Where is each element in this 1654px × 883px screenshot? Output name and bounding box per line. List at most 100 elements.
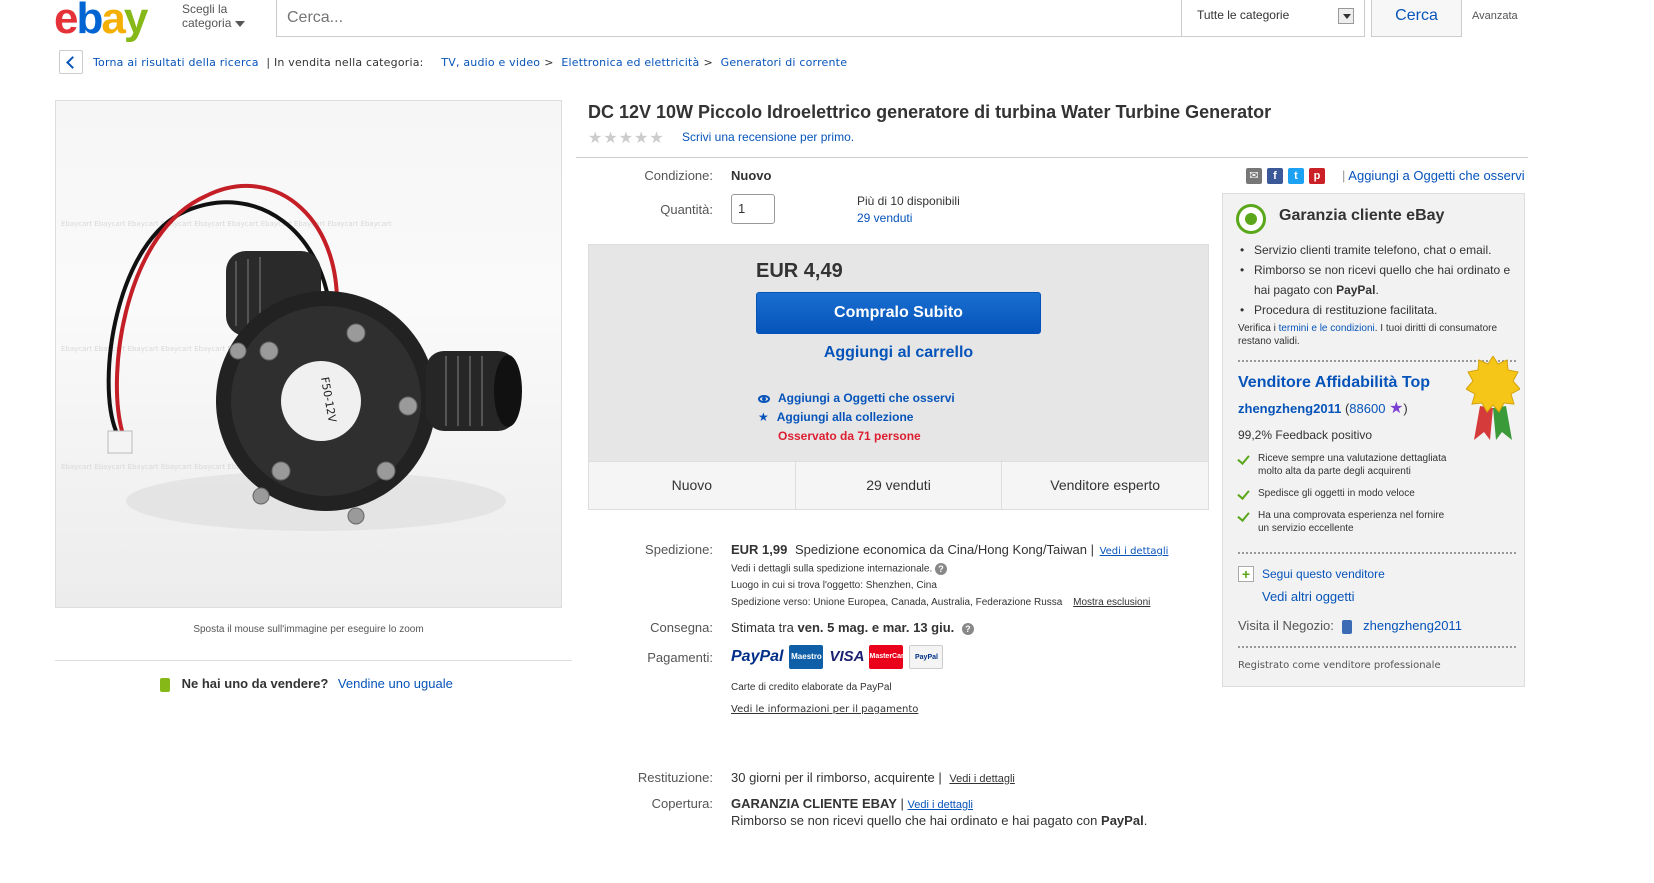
payment-logos: PayPal Maestro VISA MasterCard PayPal bbox=[731, 644, 944, 670]
check-item: Spedisce gli oggetti in modo veloce bbox=[1238, 487, 1458, 500]
verify-terms: Verifica i termini e le condizioni. I tu… bbox=[1238, 323, 1498, 347]
back-arrow-icon[interactable] bbox=[59, 50, 83, 74]
add-to-cart-button[interactable]: Aggiungi al carrello bbox=[756, 344, 1041, 362]
search-button[interactable]: Cerca bbox=[1371, 0, 1462, 37]
follow-seller-link[interactable]: Segui questo venditore bbox=[1262, 567, 1385, 581]
twitter-icon[interactable]: t bbox=[1288, 168, 1304, 184]
item-location: Luogo in cui si trova l'oggetto: Shenzhe… bbox=[731, 580, 937, 591]
follow-plus-icon[interactable]: + bbox=[1238, 566, 1254, 582]
condition-value: Nuovo bbox=[731, 168, 772, 183]
category-select[interactable]: Tutte le categorie bbox=[1182, 0, 1365, 37]
seller-score-link[interactable]: 88600 bbox=[1349, 401, 1385, 416]
store-label: Visita il Negozio: bbox=[1238, 618, 1334, 633]
guarantee-item: Servizio clienti tramite telefono, chat … bbox=[1238, 240, 1518, 260]
coverage-end: . bbox=[1143, 813, 1148, 828]
dropdown-arrow-icon bbox=[1338, 8, 1354, 24]
shipping-price: EUR 1,99 bbox=[731, 542, 788, 557]
paypal-logo: PayPal bbox=[731, 648, 784, 665]
add-collection-link[interactable]: Aggiungi alla collezione bbox=[777, 410, 914, 424]
payment-info-link[interactable]: Vedi le informazioni per il pagamento bbox=[731, 704, 918, 715]
terms-link[interactable]: termini e le condizioni bbox=[1279, 323, 1375, 334]
breadcrumb: Torna ai risultati della ricerca | In ve… bbox=[93, 56, 848, 69]
store-icon bbox=[1341, 619, 1352, 634]
sidebar-watch-row: | Aggiungi a Oggetti che osservi bbox=[1342, 168, 1525, 183]
payment-note: Carte di credito elaborate da PayPal bbox=[731, 682, 892, 693]
help-icon[interactable]: ? bbox=[961, 622, 974, 635]
check-item: Riceve sempre una valutazione dettagliat… bbox=[1238, 452, 1458, 478]
sell-one-link[interactable]: Vendine uno uguale bbox=[338, 676, 453, 691]
social-share: ✉ f t p bbox=[1246, 168, 1325, 184]
condition-label: Condizione: bbox=[644, 168, 713, 183]
delivery-prefix: Stimata tra bbox=[731, 620, 794, 635]
return-label: Restituzione: bbox=[637, 770, 713, 785]
guarantee-title: Garanzia cliente eBay bbox=[1279, 207, 1445, 224]
category-picker[interactable]: Scegli la categoria bbox=[182, 2, 246, 30]
breadcrumb-item-electronics[interactable]: Elettronica ed elettricità bbox=[561, 56, 699, 69]
buy-now-button[interactable]: Compralo Subito bbox=[756, 292, 1041, 334]
write-review-link[interactable]: Scrivi una recensione per primo. bbox=[682, 130, 854, 144]
delivery-label: Consegna: bbox=[650, 620, 713, 635]
ships-to: Spedizione verso: Unione Europea, Canada… bbox=[731, 597, 1063, 608]
facebook-icon[interactable]: f bbox=[1267, 168, 1283, 184]
coverage-label: Copertura: bbox=[651, 796, 713, 811]
search-input[interactable] bbox=[277, 0, 1181, 36]
coverage-paypal: PayPal bbox=[1101, 813, 1144, 828]
return-details-link[interactable]: Vedi i dettagli bbox=[949, 773, 1014, 785]
shipping-row: EUR 1,99 Spedizione economica da Cina/Ho… bbox=[731, 542, 1168, 557]
coverage-text-row: Rimborso se non ricevi quello che hai or… bbox=[731, 813, 1147, 828]
intl-shipping-row: Vedi i dettagli sulla spedizione interna… bbox=[731, 563, 948, 575]
delivery-row: Stimata tra ven. 5 mag. e mar. 13 giu. ? bbox=[731, 620, 974, 635]
divider bbox=[55, 660, 572, 661]
eye-icon bbox=[758, 394, 770, 403]
item-price: EUR 4,49 bbox=[756, 260, 843, 282]
watch-count: Osservato da 71 persone bbox=[778, 429, 921, 443]
ships-to-row: Spedizione verso: Unione Europea, Canada… bbox=[731, 597, 1150, 608]
sell-one-row: Ne hai uno da vendere? Vendine uno ugual… bbox=[160, 676, 453, 692]
breadcrumb-item-generators[interactable]: Generatori di corrente bbox=[721, 56, 848, 69]
visa-logo: VISA bbox=[829, 645, 865, 669]
zoom-hint: Sposta il mouse sull'immagine per esegui… bbox=[193, 624, 424, 635]
sidebar-watch-link[interactable]: Aggiungi a Oggetti che osservi bbox=[1348, 168, 1524, 183]
coverage-text: Rimborso se non ricevi quello che hai or… bbox=[731, 813, 1098, 828]
email-icon[interactable]: ✉ bbox=[1246, 168, 1262, 184]
other-items-link[interactable]: Vedi altri oggetti bbox=[1262, 589, 1355, 604]
breadcrumb-item-tv[interactable]: TV, audio e video bbox=[441, 56, 540, 69]
guarantee-shield-icon bbox=[1236, 204, 1266, 234]
add-watchlist-link[interactable]: Aggiungi a Oggetti che osservi bbox=[778, 391, 955, 405]
return-text: 30 giorni per il rimborso, acquirente | bbox=[731, 770, 942, 785]
mastercard-logo: MasterCard bbox=[869, 645, 908, 669]
seller-name-link[interactable]: zhengzheng2011 bbox=[1238, 401, 1341, 416]
product-image[interactable]: Ebaycart Ebaycart Ebaycart Ebaycart Ebay… bbox=[55, 100, 562, 608]
maestro-logo: Maestro bbox=[789, 645, 824, 669]
advanced-search-link[interactable]: Avanzata bbox=[1472, 10, 1518, 22]
stat-sold: 29 venduti bbox=[796, 462, 1003, 509]
coverage-details-link[interactable]: Vedi i dettagli bbox=[908, 799, 973, 811]
pinterest-icon[interactable]: p bbox=[1309, 168, 1325, 184]
shipping-details-link[interactable]: Vedi i dettagli bbox=[1100, 546, 1169, 557]
registered-business: Registrato come venditore professionale bbox=[1238, 660, 1441, 671]
sell-question: Ne hai uno da vendere? bbox=[181, 676, 329, 691]
search-box bbox=[276, 0, 1182, 37]
coverage-title: GARANZIA CLIENTE EBAY bbox=[731, 796, 897, 811]
quantity-input[interactable]: 1 bbox=[731, 194, 775, 224]
collection-row[interactable]: ★ Aggiungi alla collezione bbox=[758, 409, 913, 424]
star-icon: ★ bbox=[758, 410, 769, 424]
ebay-logo[interactable]: ebay bbox=[54, 0, 148, 44]
quantity-label: Quantità: bbox=[660, 202, 713, 217]
store-link[interactable]: zhengzheng2011 bbox=[1363, 618, 1462, 633]
divider bbox=[1238, 552, 1516, 554]
shooting-star-icon: ★ bbox=[1389, 400, 1404, 417]
category-picker-line2: categoria bbox=[182, 16, 232, 30]
divider bbox=[576, 157, 1528, 158]
watch-row[interactable]: Aggiungi a Oggetti che osservi bbox=[758, 390, 955, 405]
item-stats: Nuovo 29 venduti Venditore esperto bbox=[588, 462, 1209, 510]
help-icon[interactable]: ? bbox=[935, 563, 948, 575]
chevron-down-icon bbox=[235, 20, 246, 27]
sold-count-link[interactable]: 29 venduti bbox=[857, 211, 912, 225]
shipping-label: Spedizione: bbox=[645, 542, 713, 557]
exclusions-link[interactable]: Mostra esclusioni bbox=[1073, 597, 1150, 608]
top-rated-title: Venditore Affidabilità Top bbox=[1238, 374, 1430, 391]
category-picker-line1: Scegli la bbox=[182, 2, 228, 16]
turbine-image: Ebaycart Ebaycart Ebaycart Ebaycart Ebay… bbox=[61, 184, 522, 531]
back-to-results-link[interactable]: Torna ai risultati della ricerca bbox=[93, 56, 259, 69]
